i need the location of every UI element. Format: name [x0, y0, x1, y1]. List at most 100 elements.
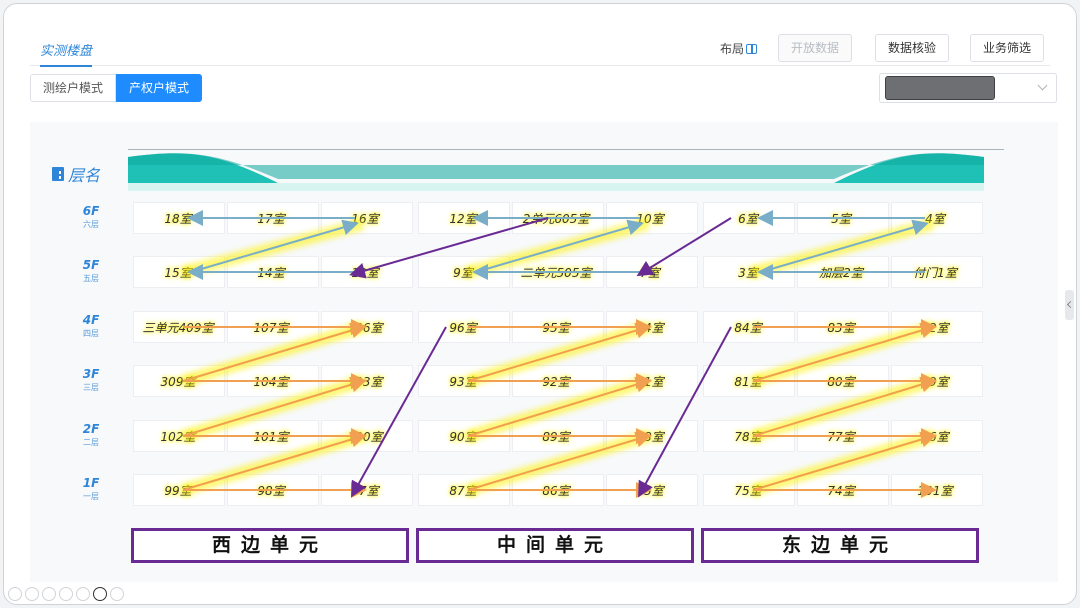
mode-switch: 测绘户模式 产权户模式: [30, 74, 203, 102]
viewer-controls: [8, 587, 124, 601]
floor-label-cn: 一层: [83, 492, 99, 501]
room-label[interactable]: 74室: [827, 482, 854, 499]
floor-label-2f: 2F 二层: [76, 422, 106, 448]
room-label[interactable]: 86室: [542, 482, 569, 499]
floor-label-1f: 1F 一层: [76, 476, 106, 502]
room-label[interactable]: 93室: [449, 373, 476, 390]
room-label[interactable]: 7室: [640, 264, 660, 281]
floor-label-en: 3F: [82, 367, 100, 381]
floor-label-en: 2F: [82, 422, 100, 436]
floor-label-6f: 6F 六层: [76, 204, 106, 230]
open-data-button[interactable]: 开放数据: [778, 34, 853, 62]
room-label[interactable]: 15室: [164, 264, 191, 281]
room-label[interactable]: 96室: [449, 319, 476, 336]
room-label[interactable]: 102室: [161, 428, 196, 445]
property-mode-button[interactable]: 产权户模式: [116, 74, 203, 102]
room-label[interactable]: 83室: [827, 319, 854, 336]
floor-label-en: 4F: [82, 313, 100, 327]
room-label[interactable]: 13室: [351, 264, 378, 281]
room-label[interactable]: 84室: [734, 319, 761, 336]
room-label[interactable]: 加层2室: [819, 264, 863, 281]
layout-button[interactable]: 布局: [720, 40, 758, 57]
room-label[interactable]: 101室: [918, 482, 953, 499]
room-label[interactable]: 77室: [827, 428, 854, 445]
floor-label-3f: 3F 三层: [76, 367, 106, 393]
room-label[interactable]: 82室: [921, 319, 948, 336]
floor-label-cn: 六层: [83, 220, 99, 229]
building-select[interactable]: [879, 73, 1057, 103]
redacted-selection: [885, 76, 995, 100]
building-icon: [52, 167, 64, 181]
room-label[interactable]: 87室: [449, 482, 476, 499]
room-label[interactable]: 二单元505室: [521, 264, 592, 281]
room-label[interactable]: 10室: [636, 210, 663, 227]
room-label[interactable]: 104室: [254, 373, 289, 390]
roof-banner: [128, 153, 984, 191]
room-label[interactable]: 2单元605室: [523, 210, 590, 227]
room-label[interactable]: 101室: [254, 428, 289, 445]
room-label[interactable]: 75室: [734, 482, 761, 499]
business-filter-button[interactable]: 业务筛选: [970, 34, 1045, 62]
room-label[interactable]: 85室: [636, 482, 663, 499]
room-label[interactable]: 16室: [351, 210, 378, 227]
room-label[interactable]: 103室: [348, 373, 383, 390]
room-label[interactable]: 付门1室: [913, 264, 957, 281]
floor-label-en: 6F: [82, 204, 100, 218]
room-label[interactable]: 81室: [734, 373, 761, 390]
building-board: 层名 6F 六层 5F 五层 4F 四层 3F 三层 2F 二层 1F 一层 18室 17室 16室 15室…: [30, 122, 1058, 582]
room-label[interactable]: 106室: [348, 319, 383, 336]
floor-label-4f: 4F 四层: [76, 313, 106, 339]
unit-label-east: 东边单元: [701, 528, 979, 563]
room-label[interactable]: 100室: [348, 428, 383, 445]
side-collapse-handle[interactable]: [1065, 290, 1074, 320]
data-check-button[interactable]: 数据核验: [875, 34, 950, 62]
room-label[interactable]: 99室: [164, 482, 191, 499]
next-icon[interactable]: [110, 587, 124, 601]
room-label[interactable]: 107室: [254, 319, 289, 336]
room-label[interactable]: 94室: [636, 319, 663, 336]
unit-label-middle: 中间单元: [416, 528, 694, 563]
edit-icon[interactable]: [42, 587, 56, 601]
room-label[interactable]: 95室: [542, 319, 569, 336]
floor-label-5f: 5F 五层: [76, 258, 106, 284]
layout-label: 布局: [720, 42, 745, 56]
room-label[interactable]: 18室: [164, 210, 191, 227]
room-label[interactable]: 4室: [925, 210, 945, 227]
room-label[interactable]: 80室: [827, 373, 854, 390]
room-label[interactable]: 5室: [831, 210, 851, 227]
room-label[interactable]: 3室: [738, 264, 758, 281]
room-label[interactable]: 309室: [161, 373, 196, 390]
jump-arrow: [638, 326, 732, 498]
room-label[interactable]: 97室: [351, 482, 378, 499]
layout-icon: [746, 43, 758, 54]
room-label[interactable]: 79室: [921, 373, 948, 390]
room-label[interactable]: 89室: [542, 428, 569, 445]
search-icon[interactable]: [76, 587, 90, 601]
chevron-down-icon: [1037, 80, 1048, 91]
room-label[interactable]: 98室: [257, 482, 284, 499]
prev-icon[interactable]: [8, 587, 22, 601]
room-label[interactable]: 91室: [636, 373, 663, 390]
room-label[interactable]: 14室: [257, 264, 284, 281]
unit-label-west: 西边单元: [131, 528, 409, 563]
room-label[interactable]: 9室: [453, 264, 473, 281]
room-label[interactable]: 12室: [449, 210, 476, 227]
room-label[interactable]: 三单元409室: [143, 319, 214, 336]
room-label[interactable]: 76室: [921, 428, 948, 445]
floor-label-en: 1F: [82, 476, 100, 490]
fit-icon[interactable]: [59, 587, 73, 601]
room-label[interactable]: 92室: [542, 373, 569, 390]
survey-mode-button[interactable]: 测绘户模式: [30, 74, 117, 102]
room-label[interactable]: 78室: [734, 428, 761, 445]
floor-label-cn: 二层: [83, 438, 99, 447]
zoom-in-icon[interactable]: [25, 587, 39, 601]
tab-measured-building[interactable]: 实测楼盘: [40, 40, 93, 67]
room-label[interactable]: 90室: [449, 428, 476, 445]
room-label[interactable]: 17室: [257, 210, 284, 227]
room-label[interactable]: 88室: [636, 428, 663, 445]
record-icon[interactable]: [93, 587, 107, 601]
top-toolbar: 实测楼盘 布局 开放数据 数据核验 业务筛选: [30, 32, 1050, 67]
floor-header-label: 层名: [68, 166, 101, 185]
jump-arrow: [351, 326, 447, 498]
room-label[interactable]: 6室: [738, 210, 758, 227]
